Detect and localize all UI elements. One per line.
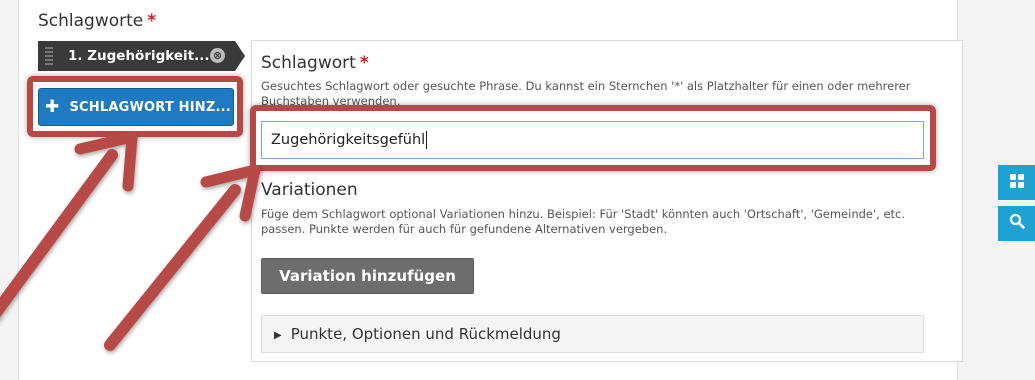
arrow-to-add-button [0,149,118,318]
arrow-to-input [104,184,241,351]
annotation-arrows [0,131,261,351]
